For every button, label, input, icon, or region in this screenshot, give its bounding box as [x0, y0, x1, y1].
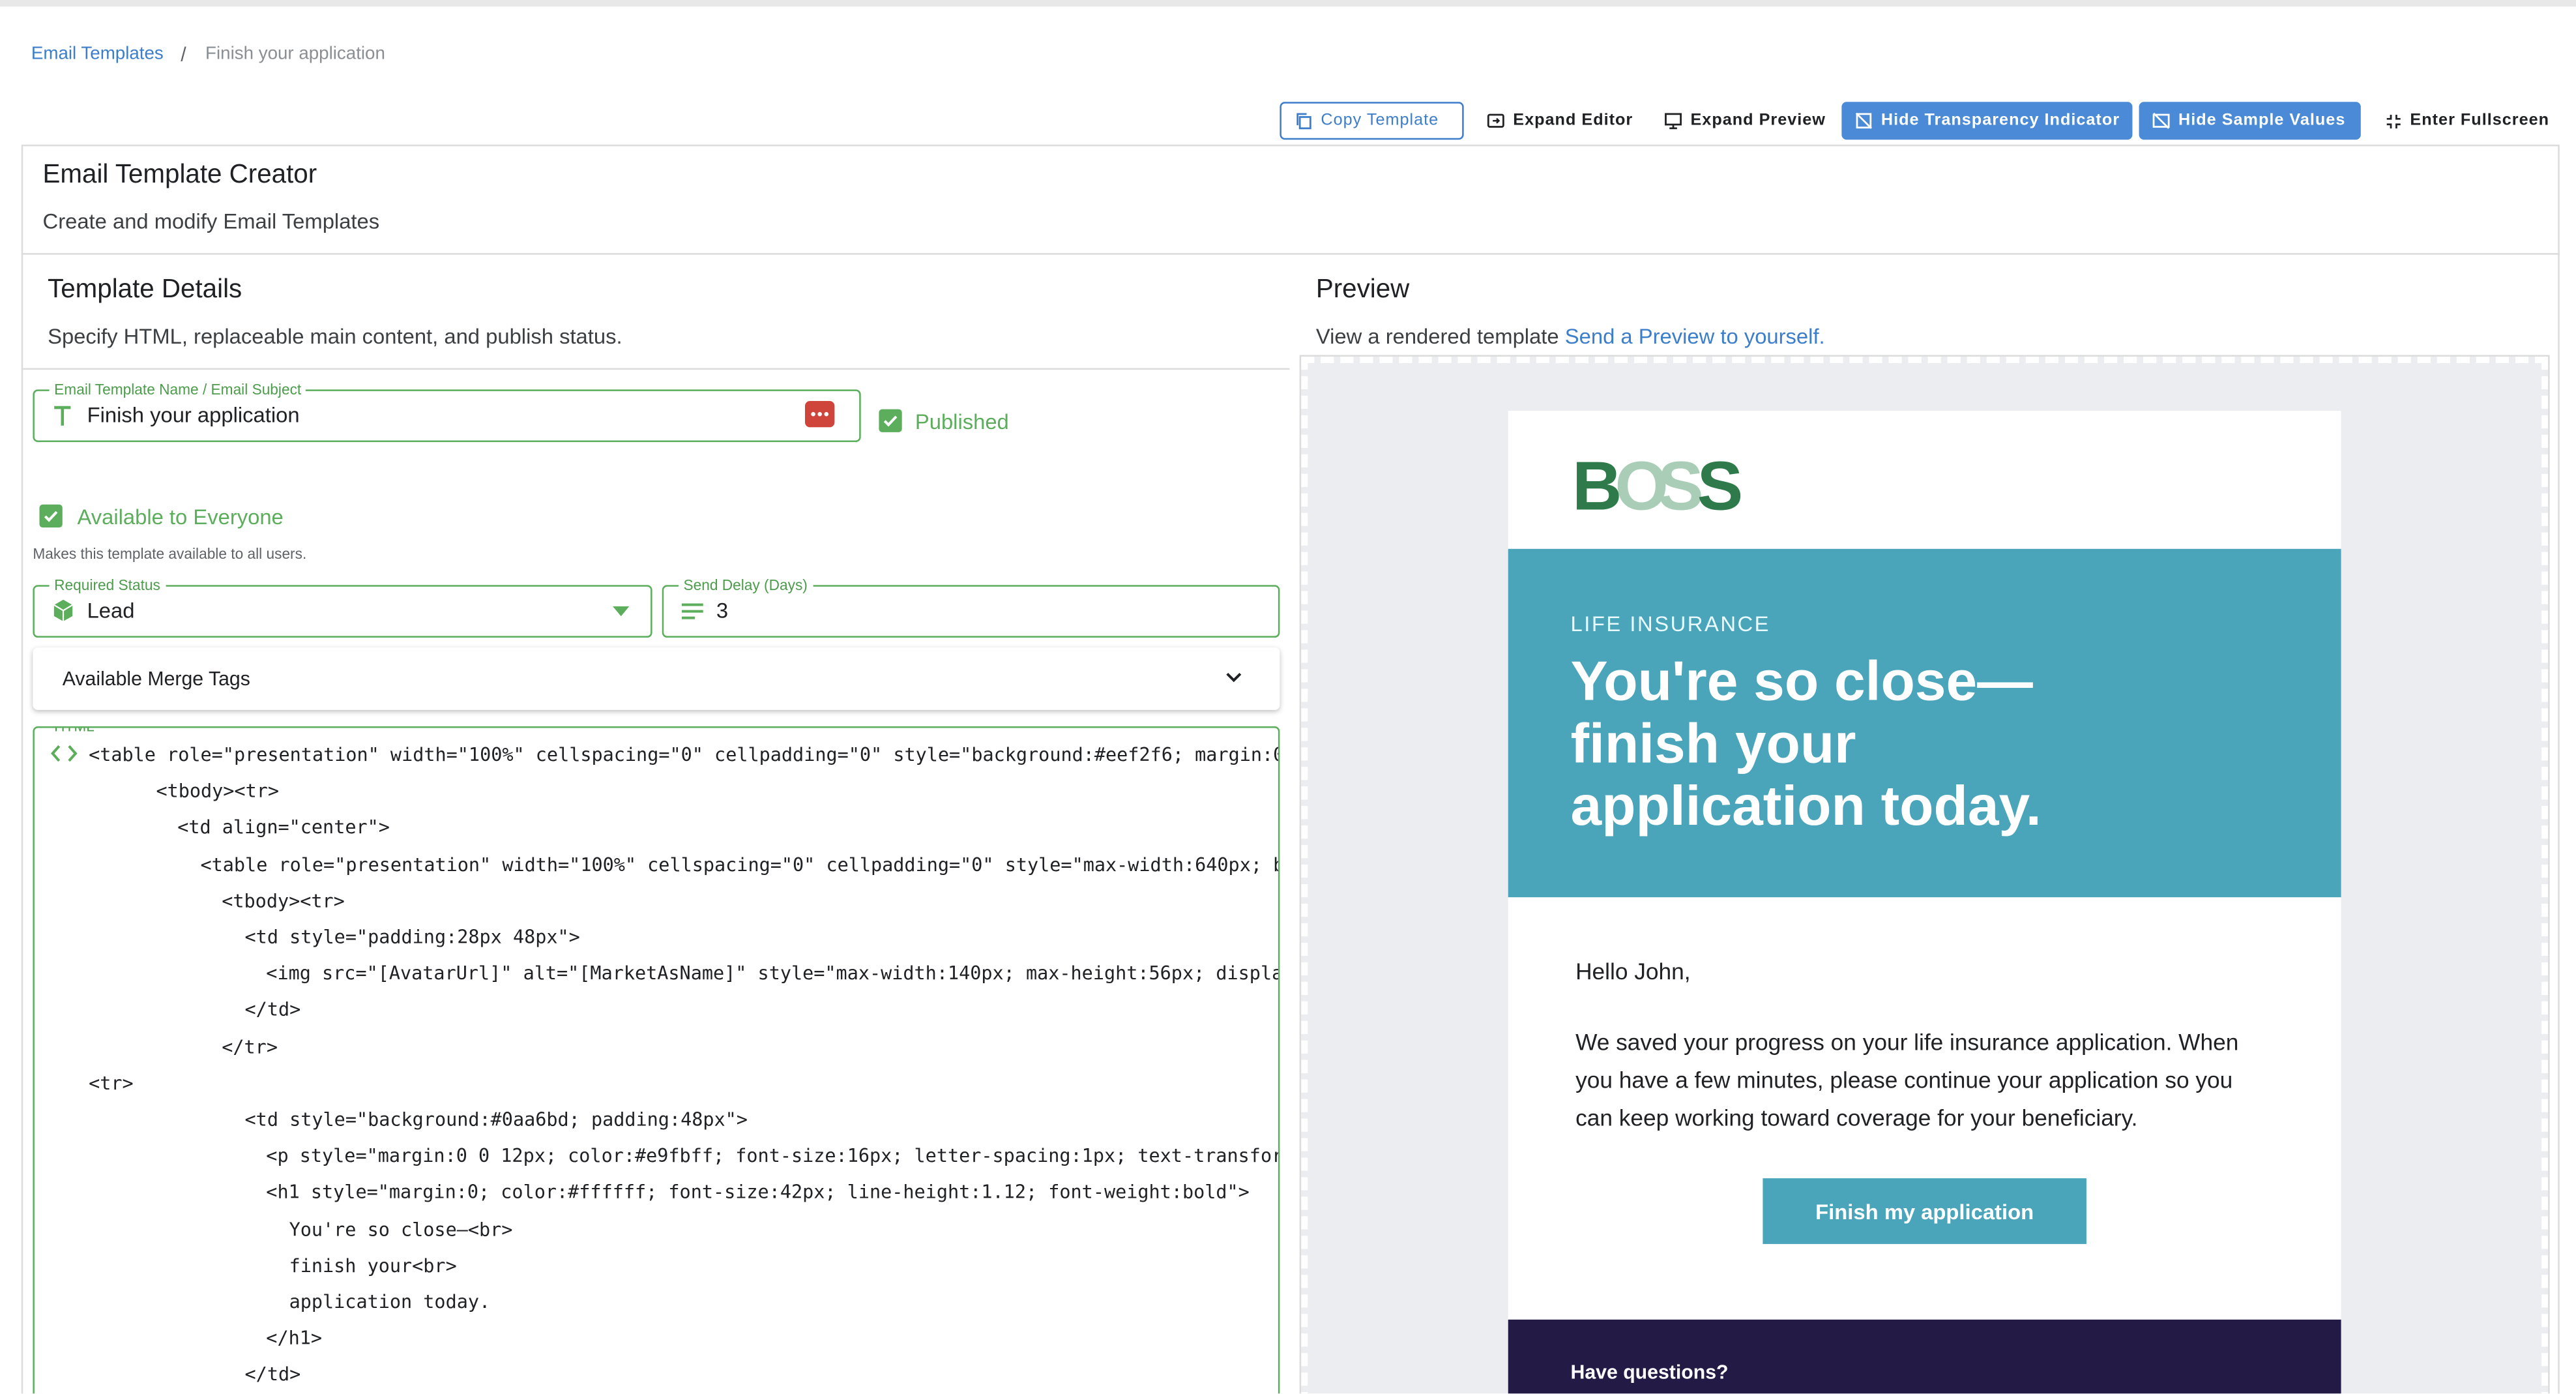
enter-fullscreen-label: Enter Fullscreen	[2410, 111, 2550, 130]
code-line: <table role="presentation" width="100%" …	[200, 853, 1280, 876]
text-format-icon	[54, 406, 71, 426]
preview-subtitle: View a rendered template Send a Preview …	[1316, 324, 1825, 349]
headline-line-3: application today.	[1570, 775, 2042, 838]
boss-logo: B O S S	[1572, 451, 1748, 516]
email-body-line-1: We saved your progress on your life insu…	[1575, 1028, 2239, 1056]
published-checkbox[interactable]	[879, 409, 902, 432]
expand-editor-icon	[1487, 113, 1504, 128]
copy-template-button[interactable]: Copy Template	[1280, 102, 1464, 140]
top-border	[0, 0, 2576, 7]
email-body-line-2: you have a few minutes, please continue …	[1575, 1066, 2233, 1093]
email-body-line-3: can keep working toward coverage for you…	[1575, 1104, 2138, 1131]
hide-transparency-indicator-button[interactable]: Hide Transparency Indicator	[1841, 102, 2133, 140]
required-status-value: Lead	[87, 598, 135, 623]
dropdown-arrow-icon	[613, 606, 630, 617]
svg-text:S: S	[1658, 451, 1701, 516]
header-divider	[21, 253, 2560, 255]
code-line: application today.	[289, 1292, 491, 1313]
email-headline: You're so close— finish your application…	[1571, 651, 2042, 838]
code-line: </tr>	[222, 1036, 278, 1058]
template-name-field[interactable]: Email Template Name / Email Subject Fini…	[33, 379, 861, 442]
available-to-everyone-checkbox[interactable]	[39, 504, 63, 528]
send-delay-label: Send Delay (Days)	[678, 575, 813, 595]
copy-icon	[1296, 113, 1311, 130]
expand-preview-icon	[1665, 113, 1682, 130]
app-root: Email Templates / Finish your applicatio…	[0, 0, 2576, 1394]
svg-text:S: S	[1697, 451, 1741, 516]
cube-icon	[53, 599, 73, 621]
template-details-subtitle: Specify HTML, replaceable main content, …	[48, 323, 622, 349]
code-line: <h1 style="margin:0; color:#ffffff; font…	[266, 1182, 1250, 1204]
required-status-label: Required Status	[49, 575, 166, 595]
code-line: <tbody><tr>	[156, 780, 280, 803]
email-eyebrow: LIFE INSURANCE	[1570, 611, 1771, 636]
code-line: <tr>	[89, 1073, 134, 1095]
code-line: <td align="center">	[177, 817, 390, 839]
hide-sample-values-button[interactable]: Hide Sample Values	[2139, 102, 2361, 140]
hide-transparency-label: Hide Transparency Indicator	[1881, 111, 2120, 130]
text-lines-icon	[681, 603, 703, 619]
template-details-title: Template Details	[48, 276, 242, 304]
copy-template-label: Copy Template	[1321, 111, 1439, 130]
code-icon	[51, 745, 78, 762]
expand-preview-button[interactable]: Expand Preview	[1651, 102, 1839, 140]
checkmark-icon	[44, 511, 58, 522]
preview-title: Preview	[1315, 276, 1410, 304]
available-helper-text: Makes this template available to all use…	[33, 545, 307, 562]
breadcrumb-current: Finish your application	[205, 44, 385, 65]
breadcrumb-separator: /	[181, 42, 186, 66]
email-footer-title: Have questions?	[1570, 1360, 1729, 1384]
finish-application-button[interactable]: Finish my application	[1763, 1178, 2086, 1244]
html-code-editor[interactable]: HTML <table role="presentation" width="1…	[33, 726, 1280, 1394]
send-delay-field[interactable]: Send Delay (Days) 3	[662, 575, 1280, 638]
email-body: We saved your progress on your life insu…	[1575, 1024, 2238, 1137]
code-line: <p style="margin:0 0 12px; color:#e9fbff…	[266, 1146, 1280, 1167]
html-label: HTML	[49, 728, 100, 737]
preview-subtitle-text: View a rendered template	[1315, 323, 1559, 349]
code-line: <td style="padding:28px 48px">	[244, 927, 580, 949]
transparency-off-icon	[1855, 112, 1872, 129]
available-to-everyone-label: Available to Everyone	[77, 504, 284, 529]
code-line: <td style="background:#0aa6bd; padding:4…	[244, 1109, 748, 1131]
template-name-label: Email Template Name / Email Subject	[49, 379, 306, 400]
expand-preview-label: Expand Preview	[1690, 111, 1826, 130]
code-line: You're so close—<br>	[289, 1219, 513, 1240]
code-line: </td>	[244, 1364, 301, 1386]
send-preview-link[interactable]: Send a Preview to yourself.	[1565, 324, 1825, 349]
svg-text:B: B	[1572, 451, 1619, 516]
code-line: finish your<br>	[289, 1255, 457, 1277]
published-label: Published	[915, 409, 1009, 434]
hide-sample-values-label: Hide Sample Values	[2178, 111, 2346, 130]
sample-values-off-icon	[2152, 112, 2170, 129]
headline-line-2: finish your	[1570, 713, 1856, 776]
send-delay-value: 3	[716, 598, 729, 623]
breadcrumb-link-email-templates[interactable]: Email Templates	[31, 44, 164, 64]
code-line: <img src="[AvatarUrl]" alt="[MarketAsNam…	[266, 963, 1280, 985]
expand-editor-button[interactable]: Expand Editor	[1474, 102, 1647, 140]
expand-editor-label: Expand Editor	[1513, 111, 1633, 130]
merge-tags-label: Available Merge Tags	[62, 667, 250, 690]
template-name-value: Finish your application	[87, 402, 300, 428]
checkmark-icon	[883, 415, 898, 427]
code-line: <tbody><tr>	[222, 890, 345, 912]
code-line: <table role="presentation" width="100%" …	[89, 744, 1280, 766]
details-divider	[21, 368, 1290, 370]
required-status-select[interactable]: Required Status Lead	[33, 575, 652, 638]
email-greeting: Hello John,	[1575, 958, 1691, 985]
page-title: Email Template Creator	[42, 160, 317, 189]
code-line: </h1>	[266, 1327, 323, 1350]
enter-fullscreen-button[interactable]: Enter Fullscreen	[2372, 102, 2562, 140]
chevron-down-icon	[1226, 672, 1242, 683]
code-line: </td>	[244, 1000, 301, 1022]
available-merge-tags-accordion[interactable]: Available Merge Tags	[33, 647, 1280, 710]
fullscreen-icon	[2386, 113, 2401, 128]
password-manager-icon[interactable]	[804, 400, 835, 428]
headline-line-1: You're so close—	[1570, 651, 2033, 713]
page-subtitle: Create and modify Email Templates	[42, 209, 380, 233]
